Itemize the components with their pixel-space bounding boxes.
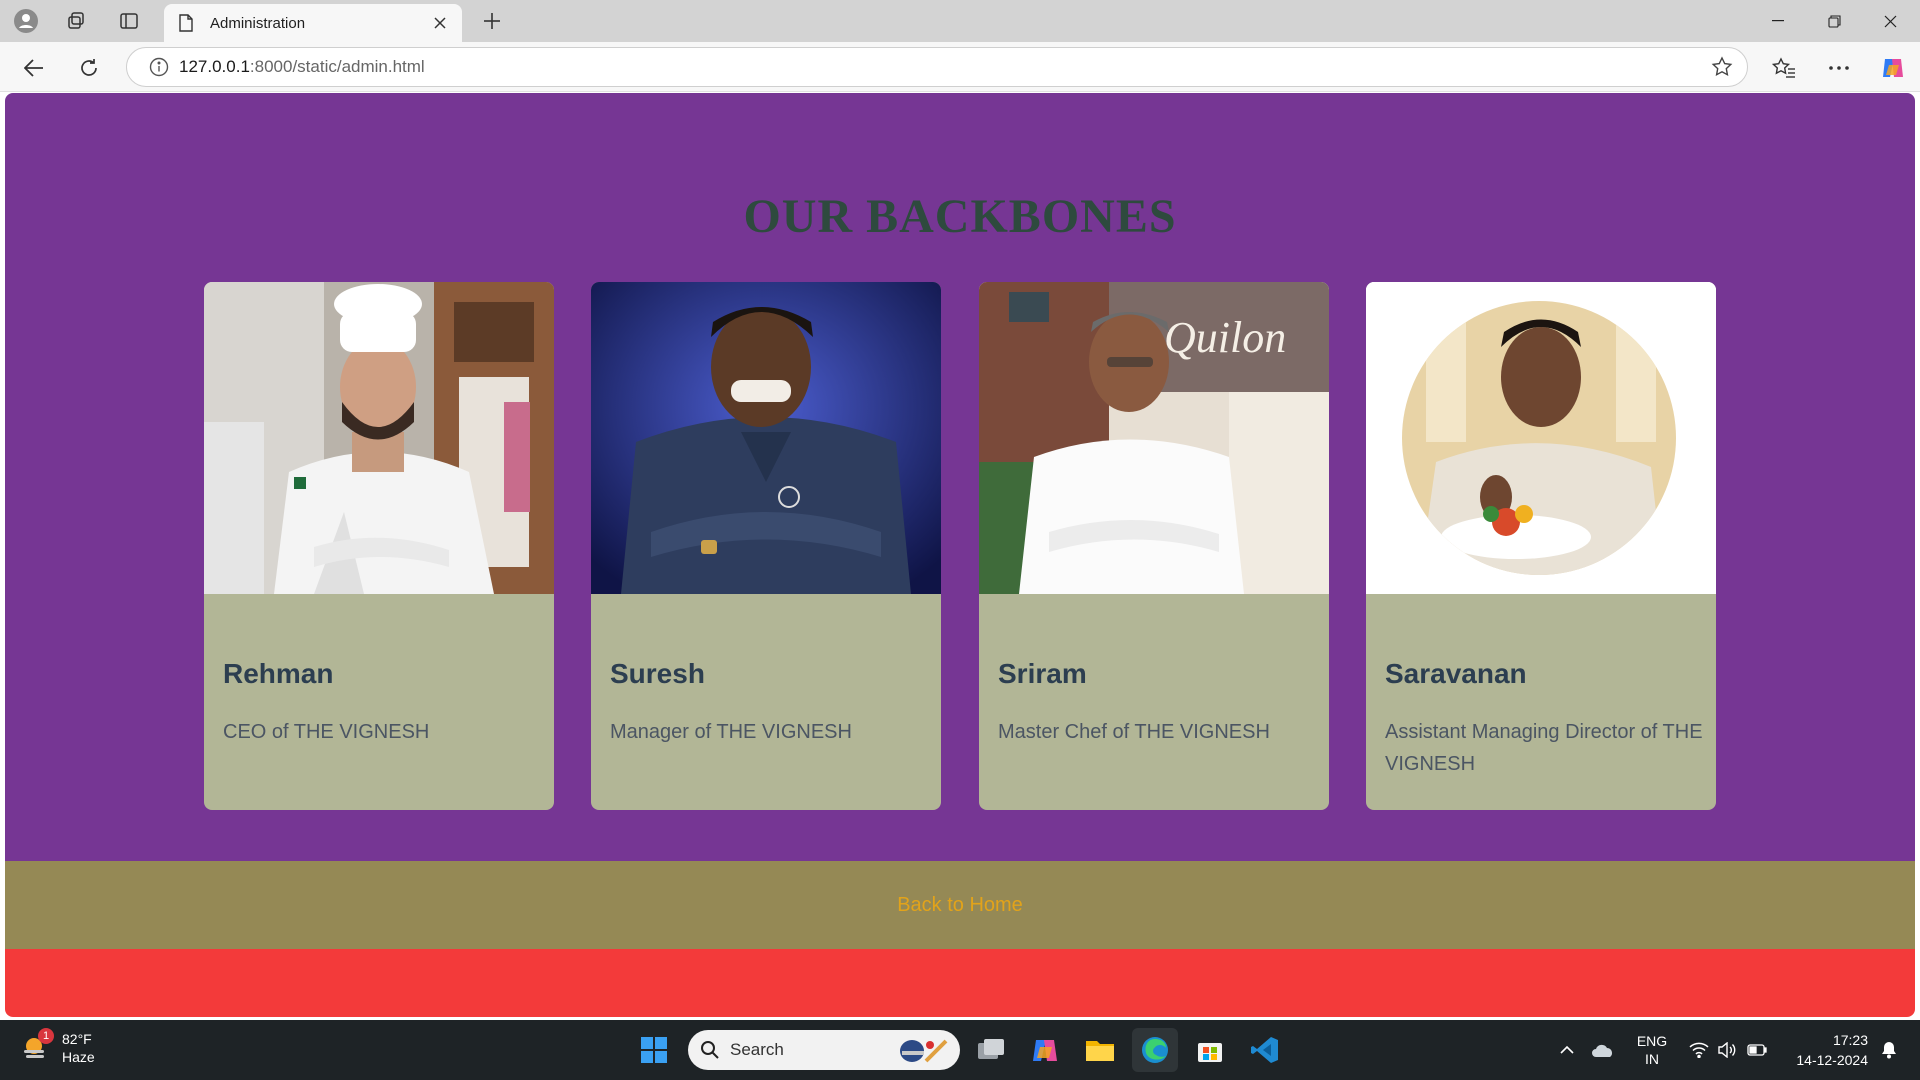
volume-icon[interactable] xyxy=(1714,1020,1740,1080)
page-viewport: OUR BACKBONES Rehman CEO of THE VIGNESH … xyxy=(5,93,1915,1017)
back-to-home-link[interactable]: Back to Home xyxy=(897,894,1023,917)
browser-tab-bar: Administration xyxy=(0,0,1920,42)
member-role: Manager of THE VIGNESH xyxy=(610,721,852,743)
search-label: Search xyxy=(730,1040,784,1059)
address-bar[interactable]: 127.0.0.1:8000/static/admin.html xyxy=(126,47,1748,87)
footer: Back to Home xyxy=(5,861,1915,949)
notifications-bell-icon[interactable] xyxy=(1874,1020,1904,1080)
member-name: Rehman xyxy=(223,658,334,689)
clock-time: 17:23 xyxy=(1832,1032,1868,1048)
member-role: Master Chef of THE VIGNESH xyxy=(998,721,1270,743)
system-clock[interactable]: 17:23 14-12-2024 xyxy=(1796,1030,1868,1070)
start-button[interactable] xyxy=(631,1028,677,1072)
close-tab-icon[interactable] xyxy=(426,9,454,37)
team-card: Quilon Sriram Master Chef of THE VIGNESH xyxy=(979,282,1329,810)
close-window-icon[interactable] xyxy=(1862,0,1918,42)
weather-temp: 82°F xyxy=(62,1031,92,1047)
team-section: OUR BACKBONES Rehman CEO of THE VIGNESH … xyxy=(5,93,1915,861)
url-path: :8000/static/admin.html xyxy=(249,57,425,76)
language-indicator[interactable]: ENG IN xyxy=(1630,1020,1674,1080)
chef-photo xyxy=(1366,282,1716,594)
copilot-app-icon[interactable] xyxy=(1022,1028,1068,1072)
copilot-icon[interactable] xyxy=(1875,50,1911,86)
restore-icon[interactable] xyxy=(1806,0,1862,42)
member-name: Saravanan xyxy=(1385,658,1527,689)
chef-photo: Quilon xyxy=(979,282,1329,594)
onedrive-icon[interactable] xyxy=(1586,1020,1620,1080)
member-role: CEO of THE VIGNESH xyxy=(223,721,430,743)
bottom-band xyxy=(5,949,1915,1017)
tab-administration[interactable]: Administration xyxy=(164,4,462,42)
notification-badge: 1 xyxy=(38,1028,54,1044)
minimize-icon[interactable] xyxy=(1750,0,1806,42)
favorites-icon[interactable] xyxy=(1766,50,1802,86)
profile-icon[interactable] xyxy=(6,6,46,36)
svg-text:Quilon: Quilon xyxy=(1164,313,1286,362)
url-host: 127.0.0.1 xyxy=(179,57,250,76)
browser-toolbar: 127.0.0.1:8000/static/admin.html xyxy=(0,42,1920,92)
clock-date: 14-12-2024 xyxy=(1796,1052,1868,1068)
site-info-icon[interactable] xyxy=(139,57,179,77)
lang-bottom: IN xyxy=(1645,1051,1659,1067)
windows-taskbar: 1 82°F Haze Search ENG IN 17:23 14-12-20… xyxy=(0,1020,1920,1080)
edge-browser-icon[interactable] xyxy=(1132,1028,1178,1072)
chef-photo xyxy=(204,282,554,594)
tab-title: Administration xyxy=(210,14,306,32)
more-menu-icon[interactable] xyxy=(1821,50,1857,86)
vscode-icon[interactable] xyxy=(1242,1028,1288,1072)
weather-widget[interactable]: 1 82°F Haze xyxy=(22,1028,95,1066)
favorite-star-icon[interactable] xyxy=(1711,56,1733,83)
show-hidden-icons[interactable] xyxy=(1552,1020,1582,1080)
team-card: Rehman CEO of THE VIGNESH xyxy=(204,282,554,810)
lang-top: ENG xyxy=(1636,1033,1668,1049)
team-card: Saravanan Assistant Managing Director of… xyxy=(1366,282,1716,810)
section-heading: OUR BACKBONES xyxy=(743,190,1177,243)
reload-icon[interactable] xyxy=(71,50,107,86)
chef-photo xyxy=(591,282,941,594)
back-icon[interactable] xyxy=(16,50,52,86)
wifi-icon[interactable] xyxy=(1686,1020,1712,1080)
search-icon xyxy=(700,1040,720,1060)
file-explorer-icon[interactable] xyxy=(1077,1028,1123,1072)
member-name: Sriram xyxy=(998,658,1087,689)
store-icon[interactable] xyxy=(1187,1028,1233,1072)
cricket-helmet-icon xyxy=(896,1035,948,1065)
taskbar-search[interactable]: Search xyxy=(688,1030,960,1070)
task-view-icon[interactable] xyxy=(968,1028,1014,1072)
tab-actions-icon[interactable] xyxy=(109,6,149,36)
member-name: Suresh xyxy=(610,658,705,689)
page-icon xyxy=(176,13,196,33)
weather-desc: Haze xyxy=(62,1049,95,1065)
battery-icon[interactable] xyxy=(1744,1020,1770,1080)
new-tab-icon[interactable] xyxy=(472,6,512,36)
team-card: Suresh Manager of THE VIGNESH xyxy=(591,282,941,810)
member-role: Assistant Managing Director of THE VIGNE… xyxy=(1385,721,1703,775)
workspaces-icon[interactable] xyxy=(56,6,96,36)
